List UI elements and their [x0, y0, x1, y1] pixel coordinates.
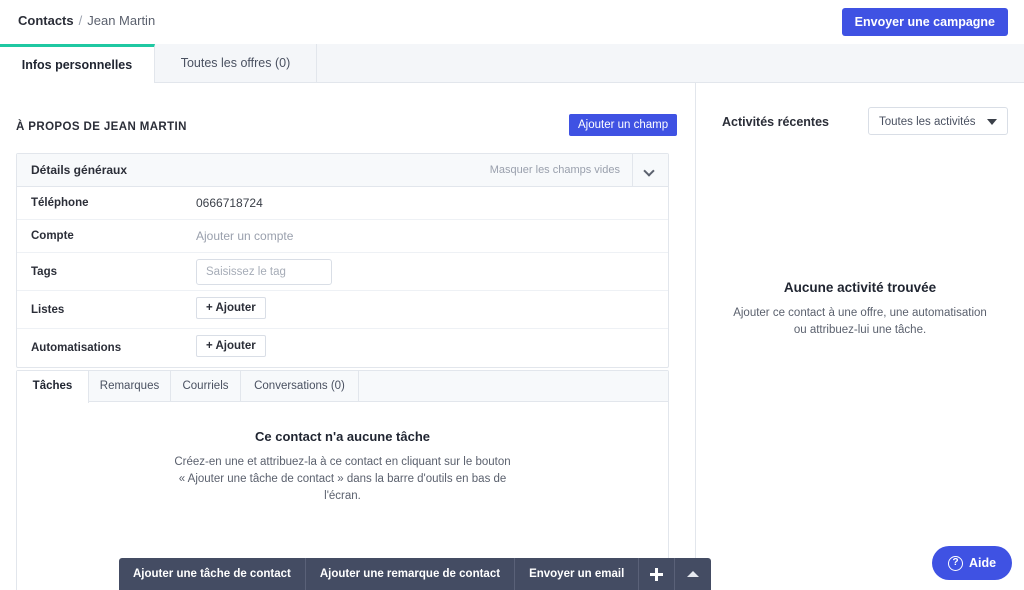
field-row-tags: Tags — [17, 253, 668, 291]
activities-empty-state: Aucune activité trouvée Ajouter ce conta… — [696, 280, 1024, 339]
activity-filter-select[interactable]: Toutes les activités — [868, 107, 1008, 135]
main-tab-strip: Infos personnelles Toutes les offres (0) — [0, 44, 1024, 83]
chevron-down-icon — [643, 165, 654, 176]
move-arrows-icon — [650, 568, 663, 581]
send-campaign-button[interactable]: Envoyer une campagne — [842, 8, 1008, 36]
question-mark-circle-icon: ? — [948, 556, 963, 571]
tab-strip-filler — [317, 44, 1024, 83]
field-row-compte: Compte Ajouter un compte — [17, 220, 668, 253]
subtab-strip-filler — [359, 371, 668, 402]
field-label: Compte — [31, 220, 74, 253]
activity-filter-value: Toutes les activités — [879, 108, 976, 136]
add-contact-note-button[interactable]: Ajouter une remarque de contact — [306, 558, 515, 590]
general-details-header: Détails généraux Masquer les champs vide… — [17, 154, 668, 187]
recent-activities-title: Activités récentes — [722, 115, 829, 129]
move-toolbar-handle[interactable] — [639, 558, 675, 590]
field-label: Listes — [31, 291, 64, 329]
field-label: Tags — [31, 253, 57, 291]
breadcrumb: Contacts / Jean Martin — [18, 13, 155, 29]
tasks-empty-line-1: Créez-en une et attribuez-la à ce contac… — [17, 454, 668, 471]
add-account-link[interactable]: Ajouter un compte — [196, 220, 293, 253]
subtab-courriels[interactable]: Courriels — [171, 371, 241, 402]
add-contact-task-button[interactable]: Ajouter une tâche de contact — [119, 558, 306, 590]
tasks-empty-state: Ce contact n'a aucune tâche Créez-en une… — [17, 429, 668, 505]
field-label: Téléphone — [31, 187, 89, 220]
activity-tabs-card: Tâches Remarques Courriels Conversations… — [16, 370, 669, 590]
field-label: Automatisations — [31, 329, 121, 367]
recent-activities-panel: Activités récentes Toutes les activités … — [696, 83, 1024, 590]
tasks-empty-title: Ce contact n'a aucune tâche — [17, 429, 668, 444]
activities-empty-line-1: Ajouter ce contact à une offre, une auto… — [696, 305, 1024, 322]
collapse-details-button[interactable] — [632, 154, 668, 187]
contact-detail-page: Contacts / Jean Martin Envoyer une campagn… — [0, 0, 1024, 590]
help-button-label: Aide — [969, 556, 996, 570]
field-row-listes: Listes + Ajouter — [17, 291, 668, 329]
general-details-title: Détails généraux — [31, 154, 127, 187]
activities-empty-line-2: ou attribuez-lui une tâche. — [696, 322, 1024, 339]
activity-subtab-strip: Tâches Remarques Courriels Conversations… — [17, 371, 668, 402]
field-row-telephone: Téléphone 0666718724 — [17, 187, 668, 220]
add-automation-button[interactable]: + Ajouter — [196, 335, 266, 357]
tag-input[interactable] — [196, 259, 332, 285]
subtab-taches[interactable]: Tâches — [17, 371, 89, 403]
subtab-remarques[interactable]: Remarques — [89, 371, 171, 402]
send-email-button[interactable]: Envoyer un email — [515, 558, 639, 590]
breadcrumb-contacts-link[interactable]: Contacts — [18, 13, 74, 28]
tab-infos-personnelles[interactable]: Infos personnelles — [0, 44, 155, 83]
breadcrumb-separator: / — [79, 13, 83, 28]
main-column: À PROPOS DE JEAN MARTIN Ajouter un champ… — [0, 83, 695, 590]
breadcrumb-current: Jean Martin — [87, 13, 155, 28]
add-list-button[interactable]: + Ajouter — [196, 297, 266, 319]
hide-empty-fields-link[interactable]: Masquer les champs vides — [490, 154, 620, 187]
bottom-action-toolbar: Ajouter une tâche de contact Ajouter une… — [119, 558, 711, 590]
tasks-empty-line-3: l'écran. — [17, 488, 668, 505]
help-button[interactable]: ? Aide — [932, 546, 1012, 580]
tab-toutes-les-offres[interactable]: Toutes les offres (0) — [155, 44, 317, 83]
add-field-button[interactable]: Ajouter un champ — [569, 114, 677, 136]
about-section-title: À PROPOS DE JEAN MARTIN — [16, 121, 187, 133]
activities-empty-title: Aucune activité trouvée — [696, 280, 1024, 295]
top-bar: Contacts / Jean Martin Envoyer une campagn… — [0, 0, 1024, 44]
field-value-telephone[interactable]: 0666718724 — [196, 187, 263, 220]
subtab-conversations[interactable]: Conversations (0) — [241, 371, 359, 402]
chevron-down-icon — [987, 119, 997, 125]
general-details-card: Détails généraux Masquer les champs vide… — [16, 153, 669, 368]
field-row-automatisations: Automatisations + Ajouter — [17, 329, 668, 367]
tasks-empty-line-2: « Ajouter une tâche de contact » dans la… — [17, 471, 668, 488]
